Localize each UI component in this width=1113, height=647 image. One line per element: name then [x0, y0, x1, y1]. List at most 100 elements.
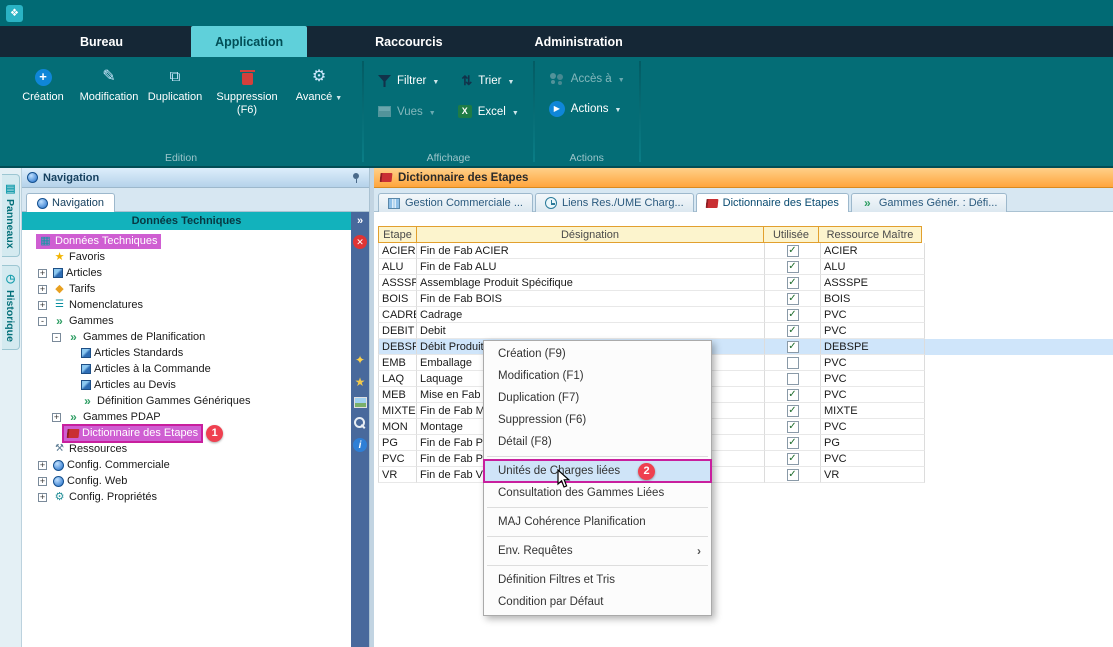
menu-tab[interactable]: Raccourcis [351, 26, 466, 57]
tree-item[interactable]: + Config. Web [22, 473, 351, 489]
utilisee-checkbox[interactable] [787, 277, 799, 289]
excel-button[interactable]: Excel [454, 103, 523, 120]
utilisee-checkbox[interactable] [787, 293, 799, 305]
creation-button[interactable]: Création [10, 61, 76, 150]
column-header-utilisee[interactable]: Utilisée [763, 226, 819, 243]
column-header-designation[interactable]: Désignation [416, 226, 764, 243]
utilisee-checkbox[interactable] [787, 245, 799, 257]
context-menu-item[interactable]: Unités de Charges liées 2 › [484, 460, 711, 482]
side-tool-icon[interactable] [353, 438, 367, 452]
tree-item[interactable]: Favoris [22, 249, 351, 265]
tree-expander[interactable] [66, 349, 75, 358]
tree-expander[interactable] [38, 445, 47, 454]
utilisee-checkbox[interactable] [787, 373, 799, 385]
side-tool-icon[interactable] [353, 235, 367, 249]
tree-item[interactable]: Définition Gammes Génériques [22, 393, 351, 409]
context-menu-item[interactable]: Env. Requêtes › [484, 540, 711, 562]
actions-button[interactable]: Actions [545, 99, 629, 119]
tree-expander[interactable] [66, 381, 75, 390]
menu-tab[interactable]: Bureau [56, 26, 147, 57]
tree-item[interactable]: - Gammes de Planification [22, 329, 351, 345]
tree-expander[interactable]: + [38, 285, 47, 294]
duplication-button[interactable]: Duplication [142, 61, 208, 150]
tree-expander[interactable]: + [38, 477, 47, 486]
utilisee-checkbox[interactable] [787, 405, 799, 417]
tree-expander[interactable]: + [38, 269, 47, 278]
table-row[interactable]: BOIS Fin de Fab BOIS BOIS [378, 291, 1113, 307]
utilisee-checkbox[interactable] [787, 421, 799, 433]
context-menu-item[interactable]: Condition par Défaut › [484, 591, 711, 613]
tree-item[interactable]: + Config. Commerciale [22, 457, 351, 473]
utilisee-checkbox[interactable] [787, 437, 799, 449]
tree-expander[interactable] [66, 397, 75, 406]
modification-button[interactable]: Modification [76, 61, 142, 150]
column-header-ressource-maitre[interactable]: Ressource Maître [818, 226, 922, 243]
trier-button[interactable]: Trier [457, 71, 518, 91]
table-row[interactable]: DEBIT Debit PVC [378, 323, 1113, 339]
document-tab[interactable]: Gestion Commerciale ... [378, 193, 533, 212]
context-menu-item[interactable]: Détail (F8) › [484, 431, 711, 453]
avance-button[interactable]: Avancé [286, 61, 352, 150]
pin-icon[interactable] [351, 172, 361, 183]
tree-item[interactable]: Dictionnaire des Etapes 1 [22, 425, 351, 441]
tree-item[interactable]: + Nomenclatures [22, 297, 351, 313]
context-menu-item[interactable]: MAJ Cohérence Planification › [484, 511, 711, 533]
tree-item[interactable]: + Articles [22, 265, 351, 281]
utilisee-checkbox[interactable] [787, 325, 799, 337]
tree-item[interactable]: Articles Standards [22, 345, 351, 361]
utilisee-checkbox[interactable] [787, 261, 799, 273]
vues-button[interactable]: Vues [374, 103, 440, 120]
tree-expander[interactable]: + [38, 301, 47, 310]
tree-item[interactable]: Articles au Devis [22, 377, 351, 393]
tab-navigation[interactable]: Navigation [26, 193, 115, 212]
collapse-chevron-icon[interactable]: » [357, 215, 363, 227]
table-row[interactable]: CADRE Cadrage PVC [378, 307, 1113, 323]
table-row[interactable]: ACIER Fin de Fab ACIER ACIER [378, 243, 1113, 259]
table-row[interactable]: ASSSP Assemblage Produit Spécifique ASSS… [378, 275, 1113, 291]
context-menu-item[interactable]: Suppression (F6) › [484, 409, 711, 431]
context-menu-item[interactable]: Création (F9) › [484, 343, 711, 365]
context-menu-item[interactable]: Duplication (F7) › [484, 387, 711, 409]
tree-expander[interactable] [66, 365, 75, 374]
menu-tab[interactable]: Application [191, 26, 307, 57]
menu-tab[interactable]: Administration [511, 26, 647, 57]
filtrer-button[interactable]: Filtrer [374, 71, 443, 91]
context-menu-item[interactable]: Définition Filtres et Tris › [484, 569, 711, 591]
tree-item[interactable]: Articles à la Commande [22, 361, 351, 377]
acces-a-button[interactable]: Accès à [545, 71, 629, 87]
document-tab[interactable]: Gammes Génér. : Défi... [851, 193, 1008, 212]
document-tab[interactable]: Dictionnaire des Etapes [696, 193, 849, 212]
utilisee-checkbox[interactable] [787, 309, 799, 321]
utilisee-checkbox[interactable] [787, 341, 799, 353]
tree-item[interactable]: - Gammes [22, 313, 351, 329]
tree-expander[interactable]: + [52, 413, 61, 422]
suppression-button[interactable]: Suppression (F6) [208, 61, 286, 150]
tree-expander[interactable]: + [38, 493, 47, 502]
tree-expander[interactable]: - [52, 333, 61, 342]
tree-expander[interactable] [38, 253, 47, 262]
utilisee-checkbox[interactable] [787, 357, 799, 369]
tree-expander[interactable] [52, 429, 61, 438]
side-vertical-tab[interactable]: Historique [2, 265, 20, 350]
side-vertical-tab[interactable]: Panneaux [2, 174, 20, 257]
tree-item[interactable]: + Tarifs [22, 281, 351, 297]
side-tool-icon[interactable] [353, 416, 367, 430]
side-tool-icon[interactable] [354, 397, 367, 408]
tree-item[interactable]: + Config. Propriétés [22, 489, 351, 505]
side-tool-icon[interactable] [353, 375, 367, 389]
tree-item[interactable]: Données Techniques [22, 233, 351, 249]
utilisee-checkbox[interactable] [787, 389, 799, 401]
context-menu-item[interactable]: Consultation des Gammes Liées › [484, 482, 711, 504]
column-header-etape[interactable]: Etape [378, 226, 417, 243]
utilisee-checkbox[interactable] [787, 453, 799, 465]
utilisee-checkbox[interactable] [787, 469, 799, 481]
table-row[interactable]: ALU Fin de Fab ALU ALU [378, 259, 1113, 275]
tree-expander[interactable]: + [38, 461, 47, 470]
context-menu-item[interactable]: Modification (F1) › [484, 365, 711, 387]
tree-expander[interactable] [24, 237, 33, 246]
side-tool-icon[interactable] [353, 353, 367, 367]
document-tab[interactable]: Liens Res./UME Charg... [535, 193, 694, 212]
tree-expander[interactable]: - [38, 317, 47, 326]
tree-item[interactable]: + Gammes PDAP [22, 409, 351, 425]
tree-item[interactable]: Ressources [22, 441, 351, 457]
